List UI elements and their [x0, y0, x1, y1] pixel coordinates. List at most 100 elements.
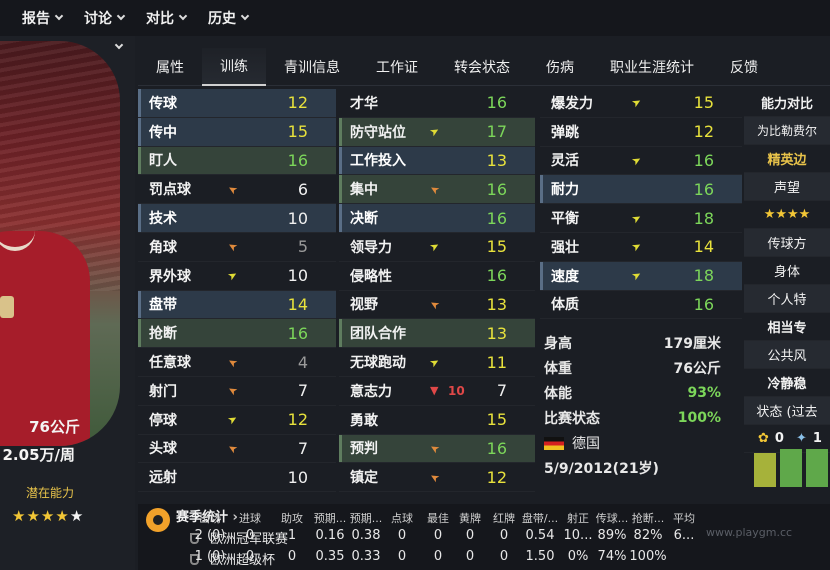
season-stat-header: 助攻 — [281, 512, 303, 525]
attribute-row: 视野 13 ➤ — [339, 291, 535, 320]
tab-2[interactable]: 青训信息 — [266, 48, 358, 86]
attribute-name: 团队合作 — [350, 326, 406, 343]
attribute-row: 盯人 16 — [138, 146, 336, 176]
season-stat-value: 2 (0) — [194, 528, 226, 543]
tab-1[interactable]: 训练 — [202, 47, 266, 86]
fitness-value: 93% — [687, 384, 721, 401]
form-bars — [744, 449, 830, 509]
attribute-value: 15 — [693, 93, 714, 113]
attribute-row: 速度 18 ➤ — [540, 261, 742, 291]
training-trend-icon: ➤ — [225, 354, 240, 370]
assists-count: 1 — [812, 431, 822, 446]
attribute-value: 17 — [486, 122, 507, 142]
attribute-value: 5 — [297, 237, 308, 257]
nav-item-3[interactable]: 历史 — [208, 8, 250, 28]
attribute-row: 停球 12 ➤ — [138, 406, 336, 435]
season-stat-header: 平均 — [673, 512, 695, 525]
attribute-row: 预判 16 ➤ — [339, 434, 535, 464]
attribute-change: 10 — [448, 383, 465, 398]
match-fitness-label: 比赛状态 — [544, 410, 600, 427]
nav-item-0[interactable]: 报告 — [22, 8, 64, 28]
season-stat-value: 0.33 — [351, 549, 381, 564]
passing-style-label: 传球方 — [744, 229, 830, 257]
training-trend-icon: ➤ — [427, 238, 442, 255]
reputation-stars: ★★★★ — [744, 201, 830, 229]
mental-attributes: 才华 16 防守站位 17 ➤ 工作投入 13 集中 16 ➤ 决断 16 领导力 15 ➤ 侵略性 16 视野 1… — [339, 89, 535, 493]
tab-3[interactable]: 工作证 — [358, 48, 436, 86]
attribute-row: 工作投入 13 — [339, 146, 535, 176]
weight-value: 76公斤 — [673, 360, 721, 377]
attribute-row: 镇定 12 ➤ — [339, 463, 535, 493]
training-trend-icon: ➤ — [225, 238, 240, 255]
attribute-name: 意志力 — [350, 383, 392, 400]
chevron-down-icon — [178, 11, 188, 21]
date-of-birth: 5/9/2012(21岁) — [544, 460, 659, 477]
nav-item-2[interactable]: 对比 — [146, 8, 188, 28]
tab-4[interactable]: 转会状态 — [436, 48, 528, 86]
training-trend-icon: ▼ — [430, 384, 439, 398]
attribute-row: 抢断 16 — [138, 319, 336, 349]
attribute-value: 12 — [287, 93, 308, 113]
nav-item-1[interactable]: 讨论 — [84, 8, 126, 28]
attribute-value: 14 — [693, 237, 714, 257]
season-stat-value: 0.54 — [525, 528, 555, 543]
season-stat-header: 传球... — [595, 512, 629, 525]
training-trend-icon: ➤ — [225, 181, 240, 198]
training-trend-icon: ➤ — [225, 440, 240, 457]
training-trend-icon: ➤ — [629, 238, 644, 255]
season-stat-value: 0.16 — [315, 528, 345, 543]
nav-item-label: 对比 — [146, 11, 174, 27]
attribute-name: 速度 — [551, 268, 579, 285]
training-trend-icon: ➤ — [629, 267, 644, 284]
attribute-name: 强壮 — [551, 239, 579, 256]
tab-5[interactable]: 伤病 — [528, 48, 592, 86]
attribute-row: 任意球 4 ➤ — [138, 348, 336, 377]
season-stat-row[interactable]: 欧洲超级杯 1 (0) 0 0 0.35 0.33 0 0 0 0 1.50 0% 74% 100% — [138, 549, 830, 570]
season-stat-value: 82% — [633, 528, 663, 543]
training-trend-icon: ➤ — [225, 411, 240, 428]
season-stat-value: 0 — [397, 549, 407, 564]
body-type-label: 身体 — [744, 257, 830, 285]
attribute-value: 10 — [287, 467, 308, 487]
tab-0[interactable]: 属性 — [138, 48, 202, 86]
attribute-name: 抢断 — [149, 326, 177, 343]
tab-7[interactable]: 反馈 — [712, 48, 776, 86]
attribute-name: 爆发力 — [551, 95, 593, 112]
goals-count: 0 — [774, 431, 784, 446]
personality-label: 个人特 — [744, 285, 830, 313]
attribute-row: 团队合作 13 — [339, 319, 535, 349]
training-trend-icon: ➤ — [427, 296, 442, 313]
tab-6[interactable]: 职业生涯统计 — [592, 48, 712, 86]
weight-label: 体重 — [544, 360, 572, 377]
watermark: www.playgm.cc — [706, 526, 793, 539]
form-bar — [806, 449, 828, 487]
attribute-value: 15 — [287, 122, 308, 142]
star-icon: ★ — [40, 507, 56, 525]
player-wage: 2.05万/周 — [2, 446, 76, 464]
attribute-value: 7 — [297, 381, 308, 401]
season-stat-value: 0.38 — [351, 528, 381, 543]
attribute-row: 界外球 10 ➤ — [138, 262, 336, 291]
team-crest — [0, 296, 14, 318]
player-shirt — [0, 231, 90, 446]
attribute-value: 16 — [693, 179, 714, 199]
height-row: 身高 179厘米 — [540, 330, 735, 355]
attribute-value: 16 — [486, 93, 507, 113]
attribute-name: 决断 — [350, 211, 378, 228]
attribute-name: 工作投入 — [350, 153, 406, 170]
attribute-value: 16 — [287, 323, 308, 343]
attribute-value: 7 — [496, 381, 507, 401]
match-fitness-row: 比赛状态 100% — [540, 405, 735, 430]
season-stat-value: 1 (0) — [194, 549, 226, 564]
season-stat-value: 100% — [629, 549, 667, 564]
compare-subtitle: 为比勒费尔 — [744, 117, 830, 145]
attribute-row: 传球 12 — [138, 89, 336, 118]
attribute-value: 13 — [486, 150, 507, 170]
attribute-value: 12 — [287, 410, 308, 430]
season-stat-value: 0 — [245, 528, 255, 543]
attribute-value: 16 — [486, 438, 507, 458]
physical-attributes: 爆发力 15 ➤ 弹跳 12 灵活 16 ➤ 耐力 16 平衡 18 ➤ 强壮 14 ➤ 速度 18 ➤ 体质 16 — [540, 89, 742, 320]
height-value: 179厘米 — [663, 335, 721, 352]
attribute-name: 角球 — [149, 239, 177, 256]
attribute-row: 技术 10 — [138, 204, 336, 233]
